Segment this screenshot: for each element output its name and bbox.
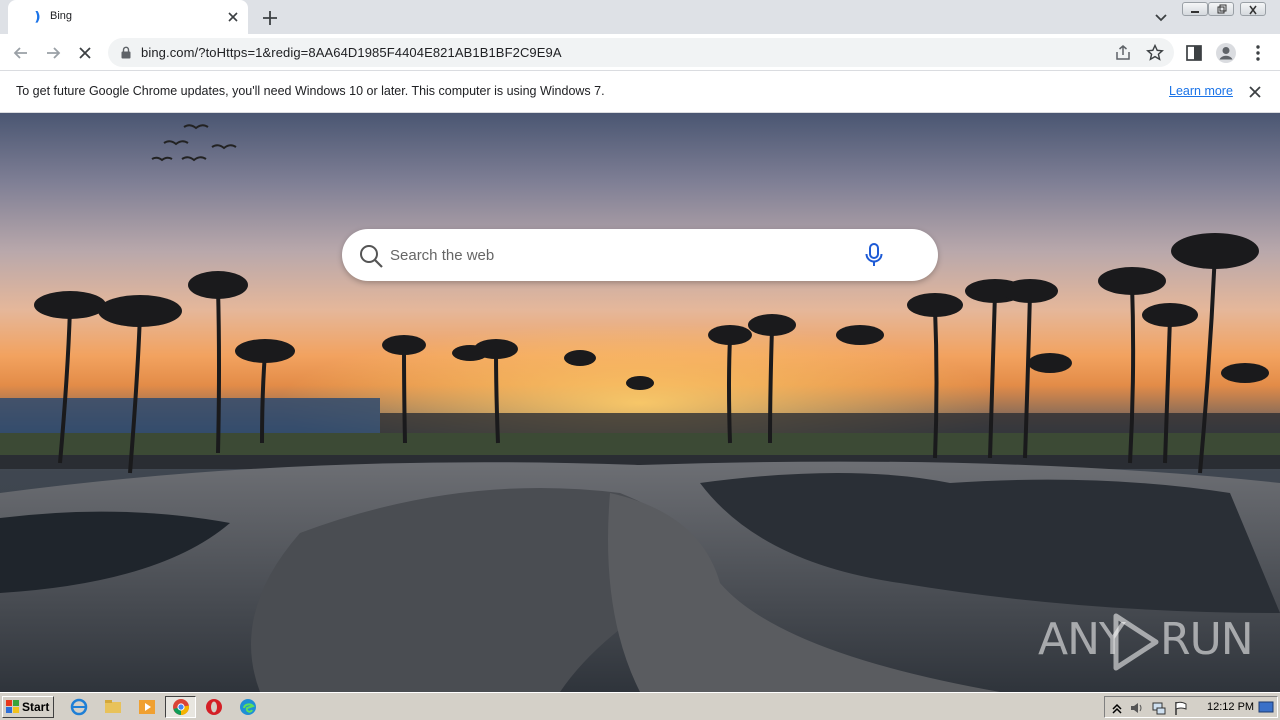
update-infobar: To get future Google Chrome updates, you… (0, 71, 1280, 113)
learn-more-link[interactable]: Learn more (1169, 84, 1233, 98)
kebab-menu-icon[interactable] (1246, 41, 1270, 65)
start-label: Start (22, 700, 50, 714)
address-bar[interactable]: bing.com/?toHttps=1&redig=8AA64D1985F440… (108, 38, 1174, 67)
share-icon[interactable] (1113, 43, 1133, 63)
watermark-right-text: RUN (1160, 614, 1254, 665)
media-player-icon[interactable] (138, 698, 156, 716)
new-tab-icon[interactable] (258, 6, 282, 30)
lock-icon[interactable] (120, 46, 132, 59)
file-explorer-icon[interactable] (104, 698, 122, 716)
background-image (0, 124, 1280, 692)
infobar-message: To get future Google Chrome updates, you… (16, 84, 605, 98)
url-text[interactable]: bing.com/?toHttps=1&redig=8AA64D1985F440… (141, 45, 562, 60)
chrome-taskbar-button[interactable] (165, 696, 196, 718)
bing-homepage: ANY RUN (0, 113, 1280, 692)
volume-icon[interactable] (1129, 700, 1145, 716)
restore-button[interactable] (1208, 2, 1234, 16)
search-input[interactable] (390, 241, 850, 269)
opera-icon[interactable] (205, 698, 223, 716)
bookmark-star-icon[interactable] (1145, 43, 1165, 63)
action-center-flag-icon[interactable] (1173, 700, 1189, 716)
back-icon[interactable] (8, 40, 34, 66)
browser-toolbar: bing.com/?toHttps=1&redig=8AA64D1985F440… (0, 34, 1280, 71)
windows-taskbar: Start 12:12 PM (0, 692, 1280, 720)
profile-avatar-icon[interactable] (1214, 41, 1238, 65)
network-icon[interactable] (1151, 700, 1167, 716)
clock[interactable]: 12:12 PM (1207, 701, 1254, 713)
tab-bing[interactable]: ❫ Bing (8, 0, 248, 34)
search-icon[interactable] (358, 243, 384, 269)
close-icon[interactable] (1246, 83, 1264, 101)
edge-icon[interactable] (239, 698, 257, 716)
microphone-icon[interactable] (862, 242, 886, 268)
close-window-button[interactable] (1240, 2, 1266, 16)
side-panel-icon[interactable] (1182, 41, 1206, 65)
internet-explorer-icon[interactable] (70, 698, 88, 716)
close-tab-icon[interactable] (224, 8, 242, 26)
show-hidden-icons-icon[interactable] (1109, 700, 1125, 716)
start-button[interactable]: Start (2, 696, 54, 718)
play-logo-icon (1113, 613, 1159, 671)
minimize-button[interactable] (1182, 2, 1208, 16)
anyrun-watermark: ANY RUN (1038, 608, 1254, 678)
chevron-down-icon[interactable] (1150, 6, 1172, 28)
show-desktop-icon[interactable] (1258, 699, 1274, 715)
forward-icon[interactable] (40, 40, 66, 66)
search-box[interactable] (342, 229, 938, 281)
bing-icon: ❫ (32, 9, 43, 24)
tab-title: Bing (50, 10, 73, 22)
stop-loading-icon[interactable] (72, 40, 98, 66)
windows-logo-icon (6, 700, 19, 713)
chrome-icon (173, 699, 189, 715)
system-tray: 12:12 PM (1104, 696, 1278, 718)
tab-strip: ❫ Bing (0, 0, 1280, 34)
